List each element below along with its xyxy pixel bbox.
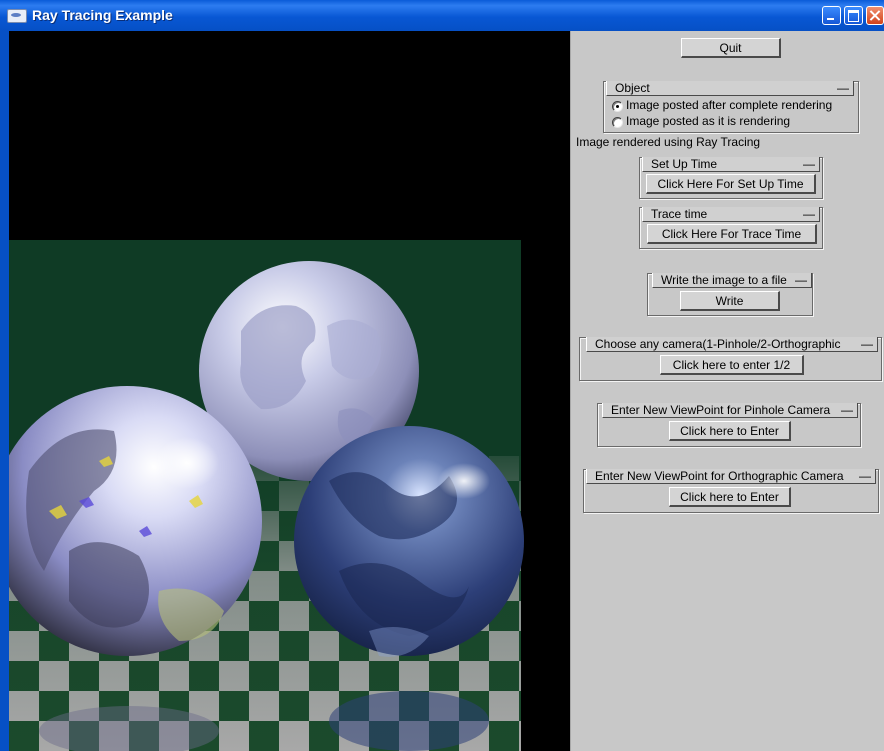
collapse-icon[interactable]: — [859,469,871,483]
control-panel: Quit Object — Image posted after complet… [570,31,884,751]
collapse-icon[interactable]: — [861,337,873,351]
write-group-title: Write the image to a file [661,273,787,287]
rendered-image [9,31,570,751]
window-title: Ray Tracing Example [32,7,173,23]
trace-time-group: Trace time — Click Here For Trace Time [639,207,823,249]
maximize-icon[interactable] [844,6,863,25]
minimize-icon[interactable] [822,6,841,25]
ortho-enter-button[interactable]: Click here to Enter [669,487,791,507]
camera-group-header[interactable]: Choose any camera(1-Pinhole/2-Orthograph… [586,337,878,352]
object-group-title: Object [615,81,650,95]
radio-complete-rendering[interactable] [612,101,623,112]
radio-label-complete[interactable]: Image posted after complete rendering [626,98,832,112]
ortho-group-title: Enter New ViewPoint for Orthographic Cam… [595,469,844,483]
collapse-icon[interactable]: — [841,403,853,417]
collapse-icon[interactable]: — [837,81,849,95]
setup-group-title: Set Up Time [651,157,718,171]
radio-label-progressive[interactable]: Image posted as it is rendering [626,114,790,128]
radio-progressive-rendering[interactable] [612,117,623,128]
pinhole-enter-button[interactable]: Click here to Enter [669,421,791,441]
collapse-icon[interactable]: — [803,207,815,221]
window-border [0,31,9,751]
quit-button[interactable]: Quit [681,38,781,58]
pinhole-group-title: Enter New ViewPoint for Pinhole Camera [611,403,831,417]
status-text: Image rendered using Ray Tracing [576,135,761,149]
pinhole-viewpoint-group: Enter New ViewPoint for Pinhole Camera —… [597,403,861,447]
orthographic-viewpoint-group: Enter New ViewPoint for Orthographic Cam… [583,469,879,513]
camera-choice-group: Choose any camera(1-Pinhole/2-Orthograph… [579,337,882,381]
collapse-icon[interactable]: — [803,157,815,171]
camera-choice-button[interactable]: Click here to enter 1/2 [660,355,804,375]
object-render-mode-group: Object — Image posted after complete ren… [603,81,859,133]
trace-time-button[interactable]: Click Here For Trace Time [647,224,817,244]
setup-group-header[interactable]: Set Up Time — [642,157,820,172]
write-button[interactable]: Write [680,291,780,311]
write-image-group: Write the image to a file — Write [647,273,813,316]
ortho-group-header[interactable]: Enter New ViewPoint for Orthographic Cam… [586,469,876,484]
app-icon [7,9,27,23]
trace-group-title: Trace time [651,207,708,221]
pinhole-group-header[interactable]: Enter New ViewPoint for Pinhole Camera — [602,403,858,418]
marble-sphere [294,426,524,657]
write-group-header[interactable]: Write the image to a file — [652,273,812,288]
object-group-header[interactable]: Object — [606,81,854,96]
setup-time-group: Set Up Time — Click Here For Set Up Time [639,157,823,199]
close-icon[interactable] [866,6,884,25]
title-bar[interactable]: Ray Tracing Example [0,0,884,31]
setup-time-button[interactable]: Click Here For Set Up Time [646,174,816,194]
collapse-icon[interactable]: — [795,273,807,287]
trace-group-header[interactable]: Trace time — [642,207,820,222]
camera-group-title: Choose any camera(1-Pinhole/2-Orthograph… [595,337,841,351]
render-canvas [9,31,570,751]
